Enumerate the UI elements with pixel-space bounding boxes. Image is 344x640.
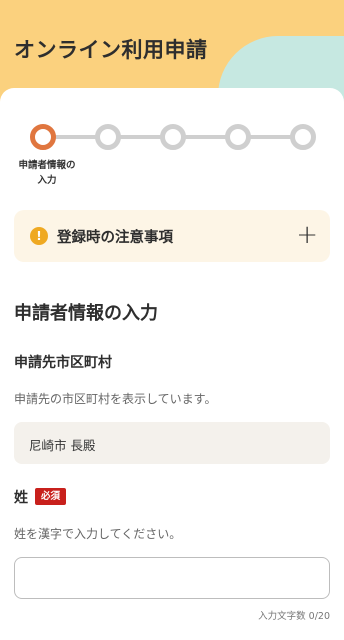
warning-icon: ! [30, 227, 48, 245]
notice-accordion[interactable]: ! 登録時の注意事項 + [14, 210, 330, 262]
step-5 [290, 124, 316, 150]
required-badge: 必須 [35, 488, 67, 505]
step-1-label: 申請者情報の入力 [18, 160, 76, 186]
step-2 [95, 124, 121, 150]
municipality-help: 申請先の市区町村を表示しています。 [14, 392, 217, 406]
character-counter: 入力文字数 0/20 [258, 611, 330, 622]
step-4 [225, 124, 251, 150]
surname-label: 姓 [14, 490, 28, 506]
municipality-label: 申請先市区町村 [14, 355, 112, 371]
municipality-value: 尼崎市 長殿 [29, 438, 96, 453]
step-3 [160, 124, 186, 150]
municipality-value-box: 尼崎市 長殿 [14, 422, 330, 464]
notice-label: 登録時の注意事項 [57, 230, 173, 246]
plus-icon[interactable]: + [296, 219, 318, 251]
step-1 [30, 124, 56, 150]
surname-input[interactable] [14, 557, 330, 599]
section-title: 申請者情報の入力 [14, 303, 158, 324]
page-title: オンライン利用申請 [14, 38, 208, 62]
surname-help: 姓を漢字で入力してください。 [14, 527, 182, 541]
progress-stepper [30, 122, 316, 152]
